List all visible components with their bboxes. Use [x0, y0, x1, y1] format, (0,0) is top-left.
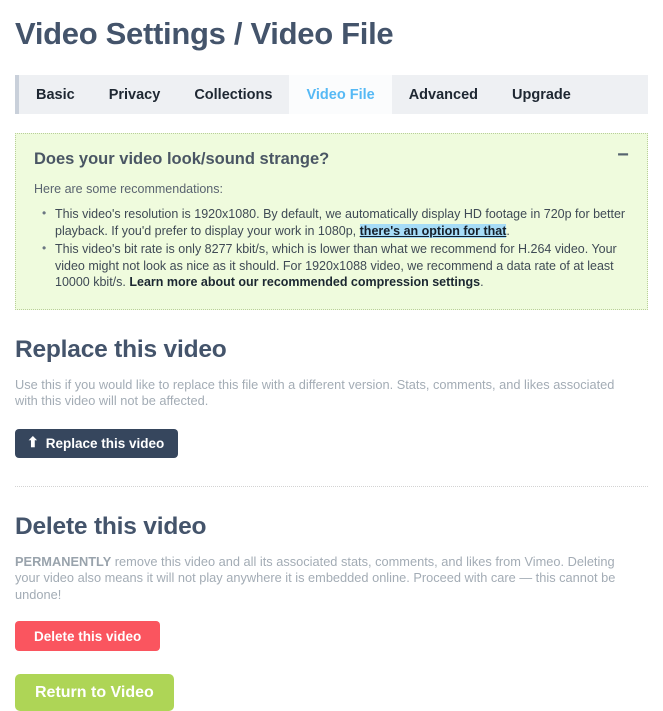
page-title: Video Settings / Video File — [15, 0, 648, 54]
compression-settings-link[interactable]: Learn more about our recommended compres… — [129, 275, 480, 289]
settings-tab-bar: Basic Privacy Collections Video File Adv… — [15, 75, 648, 114]
bullet-text-before: This video's resolution is 1920x1080. By… — [55, 207, 625, 238]
tab-upgrade[interactable]: Upgrade — [495, 75, 588, 114]
recommendation-list: This video's resolution is 1920x1080. By… — [34, 206, 629, 291]
tab-video-file[interactable]: Video File — [289, 75, 391, 114]
tab-label: Basic — [36, 87, 75, 103]
delete-section-description: PERMANENTLY remove this video and all it… — [15, 554, 635, 604]
resolution-option-link[interactable]: there's an option for that — [360, 224, 507, 238]
delete-video-button[interactable]: Delete this video — [15, 621, 160, 651]
tab-label: Upgrade — [512, 87, 571, 103]
tab-collections[interactable]: Collections — [177, 75, 289, 114]
tab-label: Collections — [194, 87, 272, 103]
bullet-text-after: . — [480, 275, 483, 289]
delete-video-section: Delete this video PERMANENTLY remove thi… — [15, 512, 648, 711]
tab-privacy[interactable]: Privacy — [92, 75, 178, 114]
recommendations-notice: − Does your video look/sound strange? He… — [15, 133, 648, 310]
delete-section-title: Delete this video — [15, 512, 648, 542]
section-divider — [15, 486, 648, 487]
replace-video-button[interactable]: ⬆ Replace this video — [15, 429, 178, 458]
tab-label: Privacy — [109, 87, 161, 103]
collapse-minus-icon[interactable]: − — [615, 146, 631, 166]
return-button-label: Return to Video — [35, 684, 154, 702]
tab-advanced[interactable]: Advanced — [392, 75, 495, 114]
bullet-text-after: . — [506, 224, 509, 238]
video-file-settings-page: Video Settings / Video File Basic Privac… — [0, 0, 663, 710]
tab-basic[interactable]: Basic — [19, 75, 92, 114]
tab-label: Video File — [306, 87, 374, 103]
replace-section-description: Use this if you would like to replace th… — [15, 377, 635, 410]
list-item: This video's resolution is 1920x1080. By… — [55, 206, 629, 239]
upload-arrow-icon: ⬆ — [27, 435, 39, 449]
delete-button-label: Delete this video — [34, 629, 141, 644]
notice-title: Does your video look/sound strange? — [34, 148, 629, 170]
tab-label: Advanced — [409, 87, 478, 103]
permanently-emphasis: PERMANENTLY — [15, 554, 111, 569]
replace-button-label: Replace this video — [46, 436, 165, 451]
replace-section-title: Replace this video — [15, 335, 648, 365]
replace-video-section: Replace this video Use this if you would… — [15, 335, 648, 458]
list-item: This video's bit rate is only 8277 kbit/… — [55, 241, 629, 291]
return-to-video-button[interactable]: Return to Video — [15, 674, 174, 711]
notice-subtitle: Here are some recommendations: — [34, 181, 629, 197]
